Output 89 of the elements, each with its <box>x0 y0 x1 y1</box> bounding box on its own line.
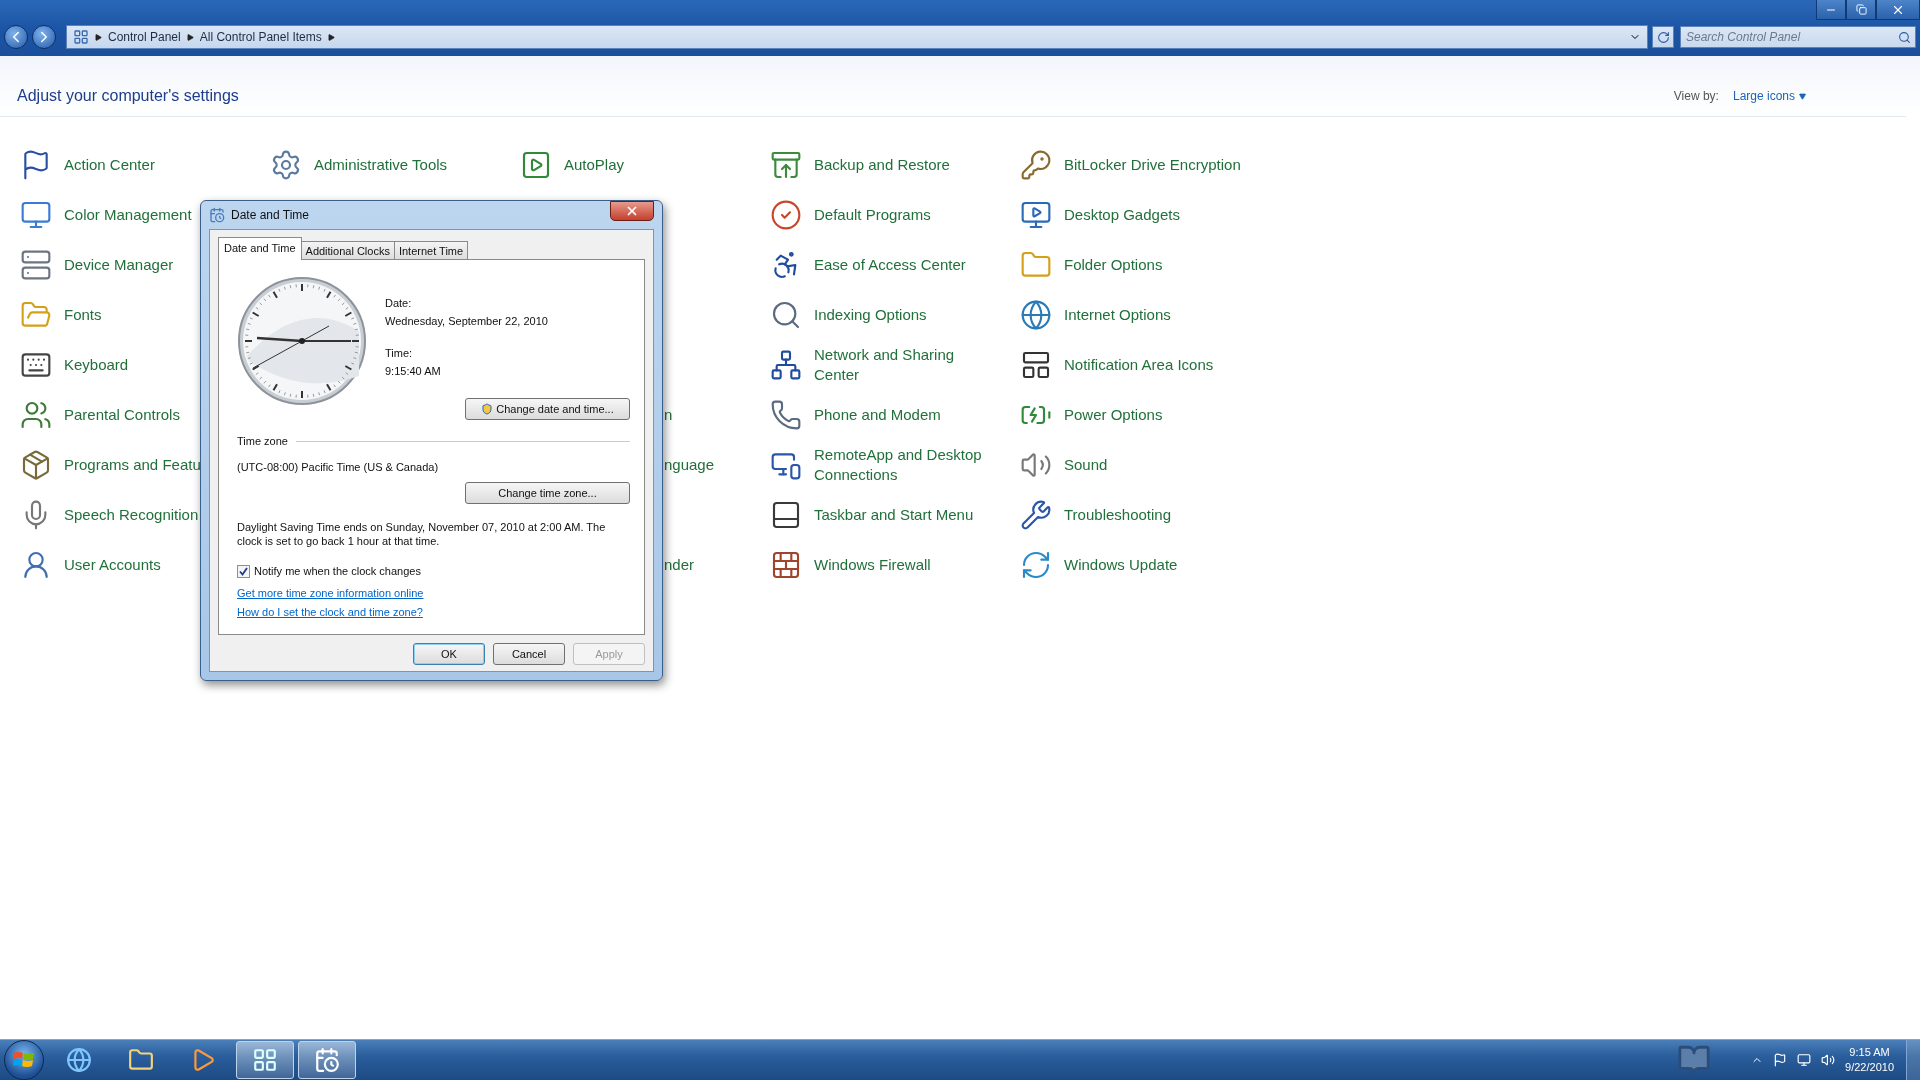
change-time-zone-button[interactable]: Change time zone... <box>465 482 630 504</box>
control-panel-link[interactable]: nder <box>664 555 695 575</box>
dialog-button[interactable]: OK <box>413 643 485 665</box>
control-panel-link[interactable]: Internet Options <box>1064 305 1171 325</box>
control-panel-link[interactable]: Power Options <box>1064 405 1163 425</box>
control-panel-link[interactable]: Desktop Gadgets <box>1064 205 1180 225</box>
arrow-icon <box>186 33 194 41</box>
minimize-button[interactable] <box>1816 0 1846 20</box>
taskbar-button[interactable] <box>298 1041 356 1079</box>
search-icon <box>1898 31 1911 44</box>
view-by-dropdown[interactable]: Large icons <box>1732 89 1806 103</box>
control-panel-icon <box>252 1047 278 1073</box>
control-panel-link[interactable]: Action Center <box>64 155 155 175</box>
checkbox-label: Notify me when the clock changes <box>254 564 421 578</box>
checkmark-icon <box>239 566 248 576</box>
control-panel-link[interactable]: Device Manager <box>64 255 174 275</box>
control-panel-link[interactable]: Keyboard <box>64 355 129 375</box>
refresh-icon <box>1656 30 1670 44</box>
control-panel-link[interactable]: Windows Firewall <box>814 555 931 575</box>
date-value: Wednesday, September 22, 2010 <box>385 314 549 328</box>
breadcrumb-item[interactable]: All Control Panel Items <box>199 30 322 44</box>
back-button[interactable] <box>4 25 28 49</box>
restore-button[interactable] <box>1846 0 1876 20</box>
close-button[interactable] <box>610 201 654 221</box>
calendar-clock-icon <box>314 1047 340 1073</box>
flag-icon[interactable] <box>1773 1053 1788 1067</box>
tray-time[interactable]: 9:15 AM <box>1849 1045 1890 1060</box>
control-panel-link[interactable]: User Accounts <box>64 555 161 575</box>
control-panel-link[interactable]: Windows Update <box>1064 555 1178 575</box>
forward-button[interactable] <box>32 25 56 49</box>
close-icon <box>625 204 639 218</box>
start-button[interactable] <box>4 1040 44 1080</box>
dialog-title: Date and Time <box>231 208 311 222</box>
control-panel-link[interactable]: Fonts <box>64 305 102 325</box>
restore-icon <box>1855 4 1867 15</box>
control-panel-link[interactable]: Folder Options <box>1064 255 1163 275</box>
control-panel-link[interactable]: Ease of Access Center <box>814 255 966 275</box>
control-panel-link[interactable]: n <box>664 405 673 425</box>
control-panel-link[interactable]: RemoteApp and Desktop Connections <box>814 445 989 485</box>
dialog-button[interactable]: Cancel <box>493 643 565 665</box>
checkbox[interactable] <box>237 564 250 578</box>
shield-icon <box>481 403 494 415</box>
view-by-label: View by: <box>1673 89 1719 103</box>
control-panel-link[interactable]: Phone and Modem <box>814 405 941 425</box>
tab[interactable]: Additional Clocks <box>300 241 395 260</box>
control-panel-link[interactable]: Parental Controls <box>64 405 180 425</box>
help-link[interactable]: Get more time zone information online <box>237 584 630 603</box>
network-icon[interactable] <box>1797 1053 1812 1067</box>
page-title: Adjust your computer's settings <box>17 87 239 105</box>
search-field[interactable]: Search Control Panel <box>1680 26 1916 48</box>
volume-icon[interactable] <box>1821 1053 1836 1067</box>
control-panel-link[interactable]: Speech Recognition <box>64 505 199 525</box>
date-label: Date: <box>385 296 413 310</box>
control-panel-link[interactable]: Indexing Options <box>814 305 927 325</box>
caret-icon <box>1799 92 1806 100</box>
control-panel-link[interactable]: nguage <box>664 455 715 475</box>
dst-note: Daylight Saving Time ends on Sunday, November 07, 2010 at 2:00 AM. The clock is set to go back 1 hour at that time. <box>237 520 607 548</box>
arrow-icon <box>327 33 335 41</box>
control-panel-link[interactable]: Default Programs <box>814 205 931 225</box>
tab[interactable]: Internet Time <box>393 241 469 260</box>
help-link[interactable]: How do I set the clock and time zone? <box>237 603 630 622</box>
control-panel-link[interactable]: Taskbar and Start Menu <box>814 505 974 525</box>
calendar-clock-icon <box>209 207 225 223</box>
time-label: Time: <box>385 346 414 360</box>
breadcrumb-item[interactable]: Control Panel <box>108 30 181 44</box>
close-button[interactable] <box>1876 0 1920 20</box>
control-panel-link[interactable]: Sound <box>1064 455 1108 475</box>
time-zone-value: (UTC-08:00) Pacific Time (US & Canada) <box>237 460 440 474</box>
control-panel-link[interactable]: Troubleshooting <box>1064 505 1171 525</box>
section-heading: Time zone <box>237 434 288 448</box>
control-panel-link[interactable]: Administrative Tools <box>314 155 448 175</box>
taskbar-button[interactable] <box>236 1041 294 1079</box>
control-panel-link[interactable]: Notification Area Icons <box>1064 355 1214 375</box>
control-panel-link[interactable]: Color Management <box>64 205 192 225</box>
time-value: 9:15:40 AM <box>385 364 442 378</box>
control-panel-icon <box>73 29 89 45</box>
control-panel-link[interactable]: Backup and Restore <box>814 155 950 175</box>
control-panel-link[interactable]: BitLocker Drive Encryption <box>1064 155 1241 175</box>
windows-flag-icon <box>13 1050 35 1070</box>
control-panel-link[interactable]: Programs and Featu <box>64 455 201 475</box>
tab[interactable]: Date and Time <box>218 237 302 260</box>
tray-date[interactable]: 9/22/2010 <box>1845 1060 1894 1075</box>
globe-icon <box>66 1047 92 1073</box>
change-date-time-button[interactable]: Change date and time... <box>465 398 630 420</box>
control-panel-link[interactable]: Network and Sharing Center <box>814 345 989 385</box>
arrow-icon <box>95 33 102 41</box>
folder-icon <box>128 1047 154 1073</box>
refresh-button[interactable] <box>1652 26 1674 48</box>
control-panel-link[interactable]: AutoPlay <box>564 155 625 175</box>
